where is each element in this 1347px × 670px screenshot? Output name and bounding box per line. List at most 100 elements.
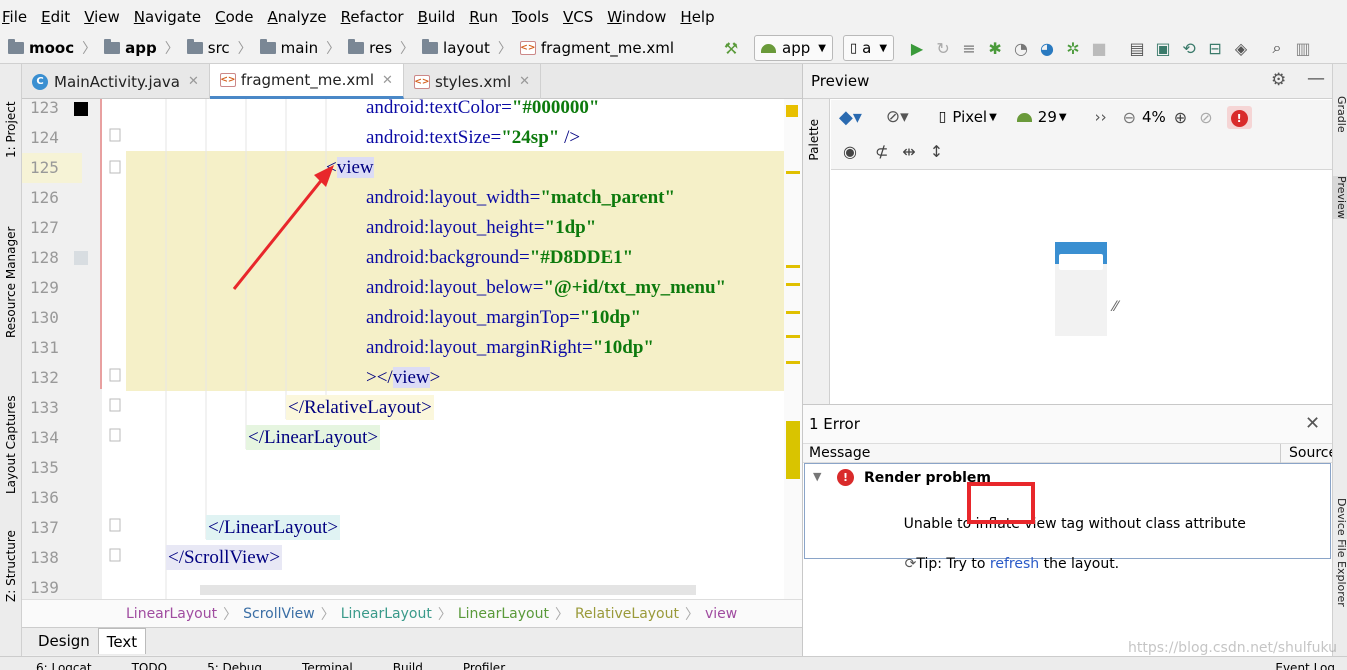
menu-vcs[interactable]: VCS (563, 8, 593, 26)
line-number: 125 (22, 153, 82, 183)
tool-tab-device-file-explorer[interactable]: Device File Explorer (1333, 498, 1347, 607)
breadcrumb-res[interactable]: res 〉 (348, 38, 422, 58)
crumb-linearlayout[interactable]: LinearLayout (341, 606, 432, 622)
debug-icon[interactable]: ✱ (982, 36, 1008, 60)
stop-icon[interactable]: ■ (1086, 36, 1112, 60)
close-icon[interactable]: ✕ (188, 74, 199, 89)
stripe-mark[interactable] (786, 311, 800, 314)
close-icon[interactable]: ✕ (1305, 413, 1320, 434)
tab-fragment-me[interactable]: <> fragment_me.xml ✕ (209, 64, 404, 99)
crumb-scrollview[interactable]: ScrollView (243, 606, 315, 622)
error-entry[interactable]: ▼ ! Render problem Unable to inflate vie… (804, 463, 1331, 572)
hammer-build-icon[interactable]: ⚒ (718, 36, 744, 60)
crumb-linearlayout[interactable]: LinearLayout (458, 606, 549, 622)
device-select[interactable]: ▯ a ▼ (842, 35, 895, 61)
column-source[interactable]: Source (1280, 444, 1337, 464)
palette-label[interactable]: Palette (807, 119, 821, 161)
breadcrumb-main[interactable]: main 〉 (259, 38, 348, 58)
menu-tools[interactable]: Tools (512, 8, 549, 26)
zoom-fit-icon[interactable]: ⊘ (1199, 108, 1212, 127)
tool-debug[interactable]: 5: Debug (207, 657, 262, 670)
column-message[interactable]: Message (809, 445, 870, 461)
breadcrumb-app[interactable]: app 〉 (104, 38, 187, 58)
tool-tab-layout-captures[interactable]: Layout Captures (1, 374, 21, 494)
zoom-out-icon[interactable]: ⊖ (1123, 108, 1136, 127)
tab-design[interactable]: Design (30, 628, 98, 654)
close-icon[interactable]: ✕ (519, 74, 530, 89)
zoom-in-icon[interactable]: ⊕ (1174, 108, 1187, 127)
tool-logcat[interactable]: 6: Logcat (36, 657, 92, 670)
resize-handle-icon[interactable]: ⁄⁄ (1113, 299, 1118, 315)
gear-icon[interactable]: ⚙ (1271, 70, 1286, 90)
tool-terminal[interactable]: Terminal (302, 657, 353, 670)
breadcrumb-file[interactable]: <> fragment_me.xml (519, 39, 674, 57)
tool-tab-structure[interactable]: Z: Structure (1, 522, 21, 602)
run-config-select[interactable]: app ▼ (754, 35, 833, 61)
tool-tab-resource-manager[interactable]: Resource Manager (1, 198, 21, 338)
menu-view[interactable]: View (84, 8, 120, 26)
collapse-triangle-icon[interactable]: ▼ (813, 470, 821, 483)
layers-icon[interactable]: ◆▾ (839, 107, 862, 128)
breadcrumb-mooc[interactable]: mooc 〉 (8, 38, 104, 58)
crumb-view[interactable]: view (705, 606, 737, 622)
stripe-mark[interactable] (786, 361, 800, 364)
refresh-link[interactable]: refresh (990, 556, 1039, 572)
sdk-manager-icon[interactable]: ⊟ (1202, 36, 1228, 60)
tool-event-log[interactable]: Event Log (1275, 657, 1335, 670)
stripe-mark[interactable] (786, 171, 800, 174)
horizontal-constraint-icon[interactable]: ⇹ (902, 142, 915, 161)
stripe-mark[interactable] (786, 265, 800, 268)
profiler-gauge-icon[interactable]: ◕ (1034, 36, 1060, 60)
device-selector[interactable]: Pixel (952, 108, 987, 126)
code-editor[interactable]: android:textColor="#000000" android:text… (126, 99, 802, 599)
breadcrumb-src[interactable]: src 〉 (186, 38, 260, 58)
breadcrumb-layout[interactable]: layout 〉 (422, 38, 520, 58)
tool-tab-project[interactable]: 1: Project (1, 78, 21, 158)
profile-icon[interactable]: ◔ (1008, 36, 1034, 60)
api-selector[interactable]: 29 (1038, 108, 1057, 126)
tool-build[interactable]: Build (393, 657, 423, 670)
close-icon[interactable]: ✕ (382, 73, 393, 88)
menu-window[interactable]: Window (607, 8, 666, 26)
menu-analyze[interactable]: Analyze (268, 8, 327, 26)
tool-tab-preview[interactable]: Preview (1333, 176, 1347, 219)
apply-code-changes-icon[interactable]: ≡ (956, 36, 982, 60)
minimize-icon[interactable]: — (1307, 68, 1325, 89)
settings-icon[interactable]: ▥ (1290, 36, 1316, 60)
apply-changes-icon[interactable]: ↻ (930, 36, 956, 60)
search-icon[interactable]: ⌕ (1264, 36, 1290, 60)
menu-refactor[interactable]: Refactor (341, 8, 404, 26)
crumb-relativelayout[interactable]: RelativeLayout (575, 606, 679, 622)
attach-debugger-icon[interactable]: ✲ (1060, 36, 1086, 60)
menu-run[interactable]: Run (469, 8, 498, 26)
run-icon[interactable]: ▶ (904, 36, 930, 60)
palette-strip[interactable]: Palette (803, 99, 830, 404)
orientation-icon[interactable]: ⊘▾ (886, 107, 909, 127)
tab-styles[interactable]: <> styles.xml ✕ (404, 64, 542, 99)
eye-icon[interactable]: ◉ (843, 142, 857, 161)
tool-profiler[interactable]: Profiler (463, 657, 505, 670)
stripe-mark[interactable] (786, 283, 800, 286)
crumb-linearlayout[interactable]: LinearLayout (126, 606, 217, 622)
vertical-constraint-icon[interactable]: ↕ (930, 142, 943, 161)
menu-help[interactable]: Help (680, 8, 714, 26)
project-structure-icon[interactable]: ▤ (1124, 36, 1150, 60)
device-preview[interactable] (1055, 242, 1107, 336)
menu-navigate[interactable]: Navigate (134, 8, 201, 26)
design-canvas[interactable]: ⁄⁄ (831, 171, 1333, 404)
stripe-mark[interactable] (786, 335, 800, 338)
tab-text[interactable]: Text (97, 628, 147, 654)
menu-code[interactable]: Code (215, 8, 253, 26)
menu-build[interactable]: Build (418, 8, 456, 26)
menu-edit[interactable]: Edit (41, 8, 70, 26)
sync-gradle-icon[interactable]: ⟲ (1176, 36, 1202, 60)
avd-manager-icon[interactable]: ▣ (1150, 36, 1176, 60)
menu-file[interactable]: File (2, 8, 27, 26)
tool-todo[interactable]: TODO (132, 657, 167, 670)
scroll-thumb[interactable] (786, 421, 800, 479)
module-icon[interactable]: ◈ (1228, 36, 1254, 60)
magnet-icon[interactable]: ⊄ (875, 142, 888, 161)
error-indicator-icon[interactable]: ! (1226, 105, 1252, 129)
tool-tab-gradle[interactable]: Gradle (1333, 96, 1347, 133)
overflow-icon[interactable]: ›› (1095, 108, 1107, 126)
